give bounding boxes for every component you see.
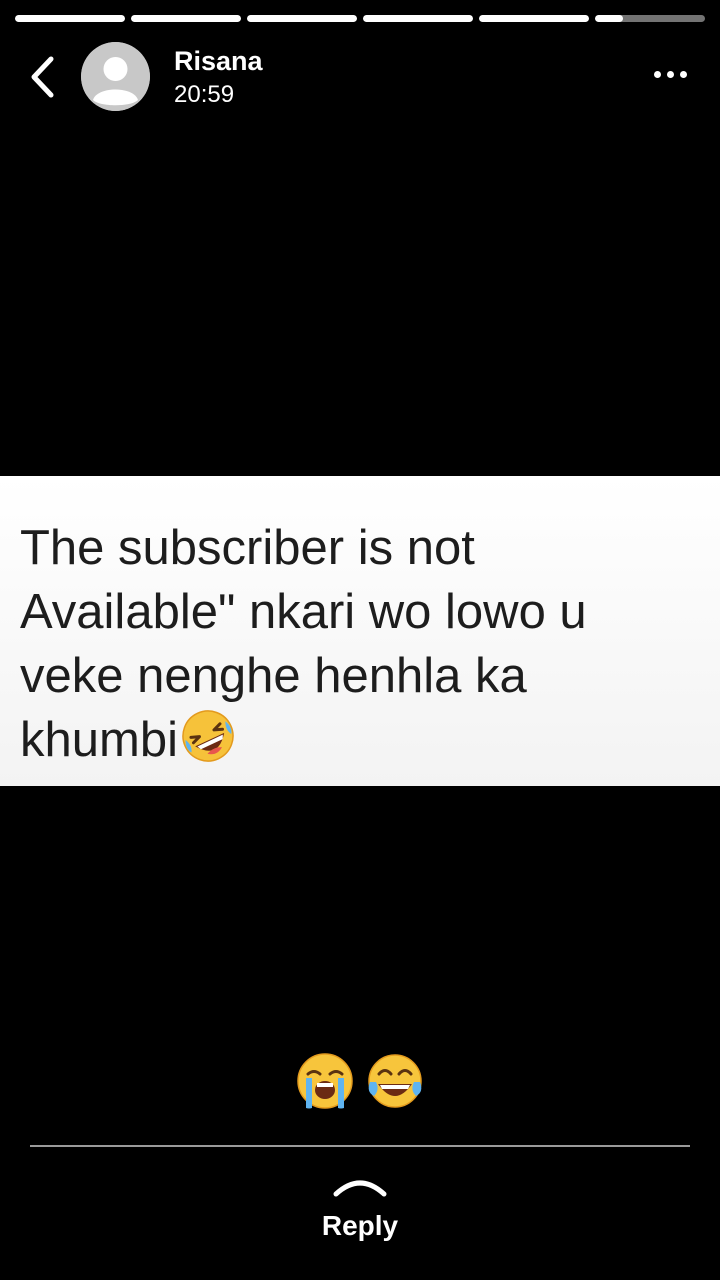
progress-fill	[15, 15, 125, 22]
progress-segment	[15, 15, 125, 22]
reactions-bar	[0, 1052, 720, 1110]
progress-fill	[247, 15, 357, 22]
status-line: Available" nkari wo lowo u	[20, 585, 587, 639]
status-caption: The subscriber is not Available" nkari w…	[20, 516, 700, 772]
progress-fill	[479, 15, 589, 22]
user-icon	[81, 42, 150, 111]
chevron-left-icon	[31, 56, 54, 98]
more-dot	[666, 70, 674, 78]
status-time: 20:59	[174, 81, 235, 108]
avatar[interactable]	[81, 42, 150, 111]
chevron-up-icon	[333, 1180, 387, 1197]
loudly-crying-face-icon[interactable]	[296, 1052, 354, 1110]
reply-button[interactable]: Reply	[260, 1170, 460, 1250]
progress-segment	[479, 15, 589, 22]
status-line: veke nenghe henhla ka	[20, 649, 527, 703]
more-options-button[interactable]	[642, 56, 698, 92]
progress-segment	[247, 15, 357, 22]
more-dot	[679, 70, 687, 78]
reply-label: Reply	[321, 1210, 399, 1241]
progress-fill	[363, 15, 473, 22]
back-button[interactable]	[22, 53, 62, 101]
rolling-laughing-emoji-icon	[182, 710, 234, 762]
contact-name: Risana	[174, 46, 263, 76]
status-line-last: khumbi	[20, 708, 700, 772]
story-progress	[15, 15, 705, 22]
status-line: The subscriber is not	[20, 521, 475, 575]
divider	[30, 1145, 690, 1147]
more-dot	[653, 70, 661, 78]
progress-segment	[595, 15, 705, 22]
progress-fill	[131, 15, 241, 22]
progress-fill	[595, 15, 623, 22]
face-with-tears-of-joy-icon[interactable]	[366, 1052, 424, 1110]
progress-segment	[131, 15, 241, 22]
status-line-text: khumbi	[20, 713, 178, 767]
progress-segment	[363, 15, 473, 22]
